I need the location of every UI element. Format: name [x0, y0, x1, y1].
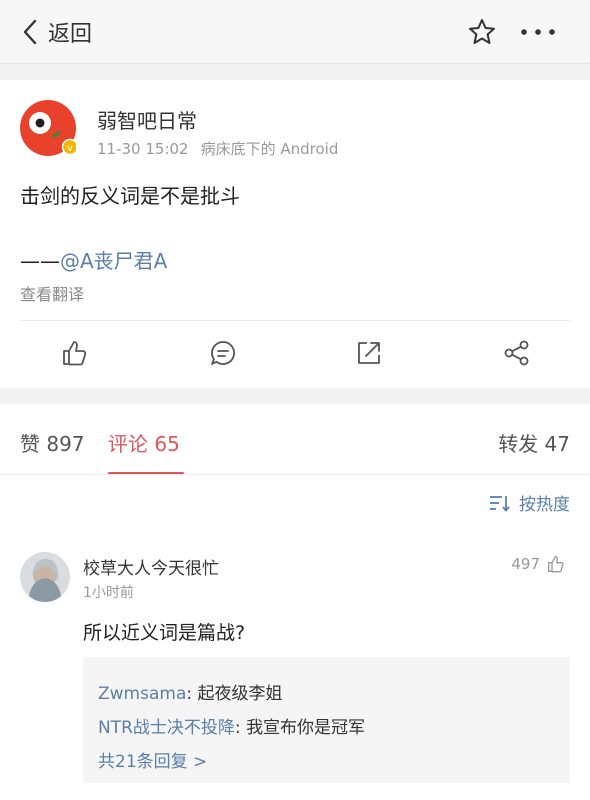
sort-icon — [490, 495, 510, 512]
reply-text: 起夜级李姐 — [197, 684, 283, 704]
sort-label: 按热度 — [519, 495, 570, 515]
comment-like-count: 497 — [511, 555, 540, 573]
comment-username[interactable]: 校草大人今天很忙 — [83, 554, 219, 579]
comment-like-button[interactable]: 497 — [511, 554, 566, 574]
comment-text: 所以近义词是篇战? — [83, 622, 246, 644]
post-meta: 11-30 15:02 病床底下的 Android — [97, 138, 338, 159]
like-icon — [548, 556, 564, 573]
author-name[interactable]: 弱智吧日常 — [97, 105, 197, 134]
reply-user[interactable]: Zwmsama — [98, 684, 186, 704]
post-divider — [20, 320, 570, 321]
share-icon[interactable] — [502, 338, 532, 368]
post-source: 病床底下的 Android — [200, 140, 339, 158]
reply-item: Zwmsama: 起夜级李姐 — [98, 679, 283, 704]
like-icon[interactable] — [60, 338, 90, 368]
post-card: v 弱智吧日常 11-30 15:02 病床底下的 Android 击剑的反义词是… — [0, 80, 590, 388]
post-time: 11-30 15:02 — [97, 140, 189, 158]
more-icon[interactable] — [519, 17, 557, 47]
comments-panel: 赞 897 评论 65 转发 47 按热度 校草大人今天很忙 1小时前 497 … — [0, 404, 590, 800]
tabs-divider — [0, 474, 590, 475]
comment-icon[interactable] — [208, 338, 238, 368]
comment-time: 1小时前 — [83, 585, 134, 601]
more-replies-link[interactable]: 共21条回复 > — [98, 747, 207, 772]
reply-user[interactable]: NTR战士决不投降 — [98, 718, 235, 738]
attribution-prefix: —— — [20, 249, 60, 273]
back-button[interactable]: 返回 — [22, 16, 92, 48]
reply-separator: : — [186, 684, 198, 704]
sort-button[interactable]: 按热度 — [489, 490, 570, 515]
avatar[interactable]: v — [20, 100, 76, 156]
reply-separator: : — [234, 718, 247, 738]
chevron-left-icon — [23, 19, 37, 45]
tab-comments[interactable]: 评论 65 — [108, 428, 180, 457]
repost-icon[interactable] — [354, 338, 384, 368]
svg-text:v: v — [67, 143, 73, 154]
top-bar: 返回 — [0, 0, 590, 64]
mention-link[interactable]: @A丧尸君A — [60, 249, 167, 273]
translate-link[interactable]: 查看翻译 — [20, 281, 84, 305]
reply-box: Zwmsama: 起夜级李姐 NTR战士决不投降: 我宣布你是冠军 共21条回复… — [83, 657, 570, 783]
tab-likes[interactable]: 赞 897 — [20, 428, 85, 457]
tab-reposts[interactable]: 转发 47 — [498, 428, 570, 457]
comment-avatar[interactable] — [20, 552, 70, 602]
reply-text: 我宣布你是冠军 — [246, 718, 366, 738]
star-icon[interactable] — [467, 17, 497, 47]
post-attribution: ——@A丧尸君A — [20, 245, 167, 274]
post-text: 击剑的反义词是不是批斗 — [20, 184, 240, 208]
reply-item: NTR战士决不投降: 我宣布你是冠军 — [98, 713, 365, 738]
back-label: 返回 — [48, 22, 93, 47]
